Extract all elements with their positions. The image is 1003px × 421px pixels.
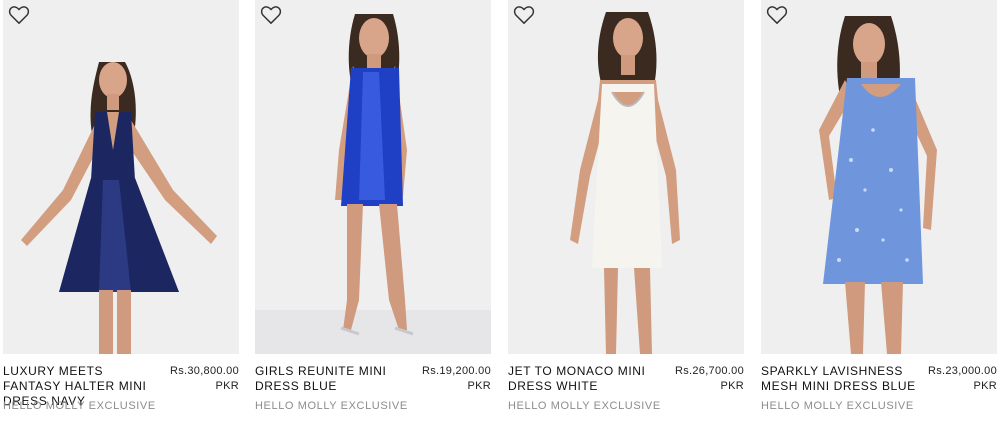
product-image[interactable] bbox=[761, 0, 997, 354]
price-currency: PKR bbox=[215, 380, 239, 392]
product-name[interactable]: GIRLS REUNITE MINI DRESS BLUE bbox=[255, 364, 415, 394]
price-value: Rs.26,700.00 bbox=[674, 365, 744, 377]
product-card[interactable]: JET TO MONACO MINI DRESS WHITE Rs.26,700… bbox=[508, 0, 744, 421]
wishlist-heart-icon[interactable] bbox=[8, 5, 30, 25]
price-currency: PKR bbox=[973, 380, 997, 392]
product-info: JET TO MONACO MINI DRESS WHITE Rs.26,700… bbox=[508, 354, 744, 421]
model-photo bbox=[819, 16, 937, 354]
product-card[interactable]: SPARKLY LAVISHNESS MESH MINI DRESS BLUE … bbox=[761, 0, 997, 421]
price-currency: PKR bbox=[720, 380, 744, 392]
product-brand: HELLO MOLLY EXCLUSIVE bbox=[761, 400, 914, 412]
product-brand: HELLO MOLLY EXCLUSIVE bbox=[255, 400, 408, 412]
model-photo bbox=[570, 12, 680, 354]
price-currency: PKR bbox=[467, 380, 491, 392]
price-value: Rs.30,800.00 bbox=[169, 365, 239, 377]
product-price: Rs.26,700.00 PKR bbox=[675, 364, 744, 394]
product-name[interactable]: SPARKLY LAVISHNESS MESH MINI DRESS BLUE bbox=[761, 364, 921, 394]
product-info: LUXURY MEETS FANTASY HALTER MINI DRESS N… bbox=[3, 354, 239, 421]
product-price: Rs.30,800.00 PKR bbox=[170, 364, 239, 394]
product-info: GIRLS REUNITE MINI DRESS BLUE Rs.19,200.… bbox=[255, 354, 491, 421]
product-grid: LUXURY MEETS FANTASY HALTER MINI DRESS N… bbox=[0, 0, 1003, 421]
product-price: Rs.19,200.00 PKR bbox=[422, 364, 491, 394]
product-brand: HELLO MOLLY EXCLUSIVE bbox=[508, 400, 661, 412]
wishlist-heart-icon[interactable] bbox=[766, 5, 788, 25]
price-value: Rs.23,000.00 bbox=[927, 365, 997, 377]
product-info: SPARKLY LAVISHNESS MESH MINI DRESS BLUE … bbox=[761, 354, 997, 421]
product-price: Rs.23,000.00 PKR bbox=[928, 364, 997, 394]
product-brand: HELLO MOLLY EXCLUSIVE bbox=[3, 400, 156, 412]
product-image[interactable] bbox=[3, 0, 239, 354]
wishlist-heart-icon[interactable] bbox=[513, 5, 535, 25]
product-name[interactable]: JET TO MONACO MINI DRESS WHITE bbox=[508, 364, 668, 394]
product-image[interactable] bbox=[508, 0, 744, 354]
wishlist-heart-icon[interactable] bbox=[260, 5, 282, 25]
product-card[interactable]: LUXURY MEETS FANTASY HALTER MINI DRESS N… bbox=[3, 0, 239, 421]
product-image[interactable] bbox=[255, 0, 491, 354]
product-card[interactable]: GIRLS REUNITE MINI DRESS BLUE Rs.19,200.… bbox=[255, 0, 491, 421]
model-photo bbox=[21, 62, 217, 354]
price-value: Rs.19,200.00 bbox=[421, 365, 491, 377]
model-photo bbox=[255, 14, 491, 354]
